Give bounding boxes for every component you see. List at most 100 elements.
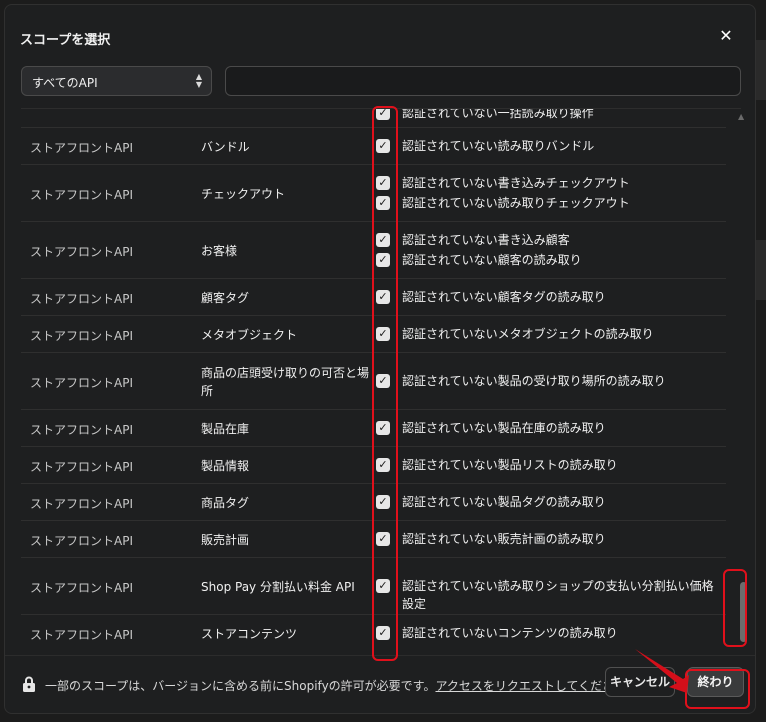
scope-checkbox[interactable]: ✓ xyxy=(376,578,390,593)
scope-checkbox[interactable]: ✓ xyxy=(376,326,390,341)
api-type-cell: ストアフロントAPI xyxy=(30,187,133,202)
scope-label: 認証されていない製品の受け取り場所の読み取り xyxy=(402,373,666,388)
scope-checkbox[interactable]: ✓ xyxy=(376,195,390,210)
api-type-cell: ストアフロントAPI xyxy=(30,533,133,548)
scope-item: ✓ 認証されていない読み取りバンドル xyxy=(376,137,721,155)
lock-icon xyxy=(23,676,35,692)
scope-checkbox[interactable]: ✓ xyxy=(376,494,390,509)
scope-label: 認証されていない書き込み顧客 xyxy=(402,232,570,247)
scope-label: 認証されていない読み取りチェックアウト xyxy=(402,195,630,210)
scope-item: ✓ 認証されていないメタオブジェクトの読み取り xyxy=(376,325,721,343)
scope-item: ✓ 認証されていないコンテンツの読み取り xyxy=(376,624,721,642)
scope-label: 認証されていないコンテンツの読み取り xyxy=(402,625,618,640)
resource-name-cell: 商品の店頭受け取りの可否と場所 xyxy=(201,365,370,398)
resource-name-cell: バンドル xyxy=(201,139,250,154)
scope-label: 認証されていない一括読み取り操作 xyxy=(402,108,594,120)
resource-name-cell: 商品タグ xyxy=(201,495,250,510)
api-type-cell: ストアフロントAPI xyxy=(30,244,133,259)
table-row: ストアフロントAPI 販売計画 ✓ 認証されていない販売計画の読み取り xyxy=(21,521,726,558)
scope-item: ✓ 認証されていない読み取りショップの支払い分割払い価格設定 xyxy=(376,577,721,613)
scope-checkbox[interactable]: ✓ xyxy=(376,420,390,435)
permission-notice: 一部のスコープは、バージョンに含める前にShopifyの許可が必要です。アクセス… xyxy=(45,677,651,694)
resource-name-cell: 製品在庫 xyxy=(201,421,250,436)
api-type-cell: ストアフロントAPI xyxy=(30,496,133,511)
scope-selection-modal: スコープを選択 ✕ すべてのAPI ▲ ▼ ✓ 認証されていない一括読み取り操作スト… xyxy=(4,4,756,714)
scope-label: 認証されていない書き込みチェックアウト xyxy=(402,175,630,190)
api-type-cell: ストアフロントAPI xyxy=(30,375,133,390)
api-type-cell: ストアフロントAPI xyxy=(30,580,133,595)
table-row: ストアフロントAPI Shop Pay 分割払い料金 API ✓ 認証されていない読み… xyxy=(21,558,726,615)
done-button[interactable]: 終わり xyxy=(687,667,744,697)
scope-label: 認証されていない顧客タグの読み取り xyxy=(402,289,606,304)
table-row: ストアフロントAPI チェックアウト ✓ 認証されていない書き込みチェックアウト ✓ 認証… xyxy=(21,165,726,222)
api-type-cell: ストアフロントAPI xyxy=(30,328,133,343)
resource-name-cell: 顧客タグ xyxy=(201,290,250,305)
scope-label: 認証されていない販売計画の読み取り xyxy=(402,531,606,546)
backdrop-panel xyxy=(756,40,766,100)
api-type-cell: ストアフロントAPI xyxy=(30,291,133,306)
scope-checkbox[interactable]: ✓ xyxy=(376,175,390,190)
table-row: ストアフロントAPI 商品タグ ✓ 認証されていない製品タグの読み取り xyxy=(21,484,726,521)
table-row: ストアフロントAPI 顧客タグ ✓ 認証されていない顧客タグの読み取り xyxy=(21,279,726,316)
resource-name-cell: 製品情報 xyxy=(201,458,250,473)
backdrop-panel xyxy=(756,240,766,300)
scope-search-input[interactable] xyxy=(225,66,741,96)
scope-item: ✓ 認証されていない製品リストの読み取り xyxy=(376,456,721,474)
api-type-cell: ストアフロントAPI xyxy=(30,140,133,155)
api-type-cell: ストアフロントAPI xyxy=(30,459,133,474)
table-row: ストアフロントAPI 商品の店頭受け取りの可否と場所 ✓ 認証されていない製品の受け取… xyxy=(21,353,726,410)
table-row: ストアフロントAPI バンドル ✓ 認証されていない読み取りバンドル xyxy=(21,128,726,165)
scope-item: ✓ 認証されていない顧客の読み取り xyxy=(376,251,721,269)
scope-table: ✓ 認証されていない一括読み取り操作ストアフロントAPI バンドル ✓ 認証されていない… xyxy=(21,108,741,648)
scope-item: ✓ 認証されていない書き込みチェックアウト xyxy=(376,174,721,192)
api-type-cell: ストアフロントAPI xyxy=(30,627,133,642)
scope-checkbox[interactable]: ✓ xyxy=(376,232,390,247)
scope-checkbox[interactable]: ✓ xyxy=(376,373,390,388)
resource-name-cell: お客様 xyxy=(201,243,238,258)
api-filter-value: すべてのAPI xyxy=(32,76,98,90)
scope-checkbox[interactable]: ✓ xyxy=(376,457,390,472)
scroll-up-icon[interactable]: ▲ xyxy=(738,112,744,121)
scope-checkbox[interactable]: ✓ xyxy=(376,252,390,267)
select-arrows-icon: ▲ ▼ xyxy=(195,72,202,89)
resource-name-cell: 販売計画 xyxy=(201,532,250,547)
api-type-cell: ストアフロントAPI xyxy=(30,422,133,437)
scrollbar[interactable]: ▲ xyxy=(737,112,749,648)
scope-label: 認証されていない製品タグの読み取り xyxy=(402,494,606,509)
scope-checkbox[interactable]: ✓ xyxy=(376,289,390,304)
resource-name-cell: メタオブジェクト xyxy=(201,327,298,342)
table-row: ストアフロントAPI 製品在庫 ✓ 認証されていない製品在庫の読み取り xyxy=(21,410,726,447)
scrollbar-thumb[interactable] xyxy=(740,582,747,642)
table-row: ストアフロントAPI 製品情報 ✓ 認証されていない製品リストの読み取り xyxy=(21,447,726,484)
scope-item: ✓ 認証されていない製品在庫の読み取り xyxy=(376,419,721,437)
scope-item: ✓ 認証されていない販売計画の読み取り xyxy=(376,530,721,548)
table-row: ストアフロントAPI お客様 ✓ 認証されていない書き込み顧客 ✓ 認証されていない顧客の… xyxy=(21,222,726,279)
scope-item: ✓ 認証されていない製品の受け取り場所の読み取り xyxy=(376,372,721,390)
scope-label: 認証されていない製品リストの読み取り xyxy=(402,457,618,472)
scope-checkbox[interactable]: ✓ xyxy=(376,625,390,640)
api-filter-select[interactable]: すべてのAPI ▲ ▼ xyxy=(21,66,212,96)
scope-label: 認証されていない読み取りバンドル xyxy=(402,138,595,153)
table-row: ストアフロントAPI メタオブジェクト ✓ 認証されていないメタオブジェクトの読み取り xyxy=(21,316,726,353)
resource-name-cell: ストアコンテンツ xyxy=(201,626,298,641)
modal-title: スコープを選択 xyxy=(20,33,111,48)
scope-item: ✓ 認証されていない読み取りチェックアウト xyxy=(376,194,721,212)
table-row: ✓ 認証されていない一括読み取り操作 xyxy=(21,108,726,128)
scope-label: 認証されていない製品在庫の読み取り xyxy=(402,420,606,435)
resource-name-cell: チェックアウト xyxy=(201,186,286,201)
scope-label: 認証されていない顧客の読み取り xyxy=(402,252,582,267)
scope-item: ✓ 認証されていない顧客タグの読み取り xyxy=(376,288,721,306)
scope-item: ✓ 認証されていない製品タグの読み取り xyxy=(376,493,721,511)
permission-notice-text: 一部のスコープは、バージョンに含める前にShopifyの許可が必要です。 xyxy=(45,679,436,693)
scope-item: ✓ 認証されていない一括読み取り操作 xyxy=(376,108,721,122)
scope-checkbox[interactable]: ✓ xyxy=(376,531,390,546)
annotation-arrow-icon xyxy=(635,649,689,693)
scope-label: 認証されていないメタオブジェクトの読み取り xyxy=(402,326,654,341)
scope-item: ✓ 認証されていない書き込み顧客 xyxy=(376,231,721,249)
scope-label: 認証されていない読み取りショップの支払い分割払い価格設定 xyxy=(402,578,714,611)
table-row: ストアフロントAPI ストアコンテンツ ✓ 認証されていないコンテンツの読み取り xyxy=(21,615,726,648)
resource-name-cell: Shop Pay 分割払い料金 API xyxy=(201,579,355,594)
scope-checkbox[interactable]: ✓ xyxy=(376,109,390,120)
close-icon[interactable]: ✕ xyxy=(717,27,735,45)
scope-checkbox[interactable]: ✓ xyxy=(376,138,390,153)
